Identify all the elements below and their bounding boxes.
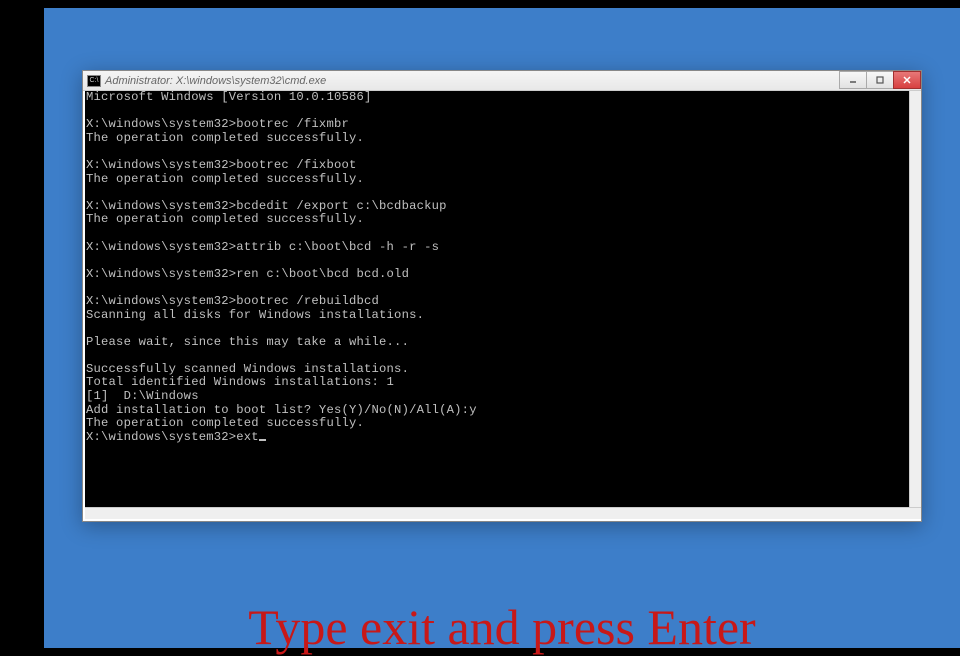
window-title: Administrator: X:\windows\system32\cmd.e… xyxy=(105,75,326,87)
text-cursor xyxy=(259,439,266,441)
cmd-icon: C:\ xyxy=(87,75,101,87)
close-button[interactable] xyxy=(893,71,921,89)
minimize-button[interactable] xyxy=(839,71,867,89)
cmd-window: C:\ Administrator: X:\windows\system32\c… xyxy=(82,70,922,522)
instruction-caption: Type exit and press Enter xyxy=(44,598,960,656)
vertical-scrollbar[interactable] xyxy=(909,91,921,507)
window-controls xyxy=(840,71,921,89)
horizontal-scrollbar[interactable] xyxy=(85,507,921,519)
titlebar[interactable]: C:\ Administrator: X:\windows\system32\c… xyxy=(83,71,921,91)
terminal-output[interactable]: Microsoft Windows [Version 10.0.10586] X… xyxy=(85,91,909,507)
desktop-background: C:\ Administrator: X:\windows\system32\c… xyxy=(44,8,960,648)
maximize-button[interactable] xyxy=(866,71,894,89)
